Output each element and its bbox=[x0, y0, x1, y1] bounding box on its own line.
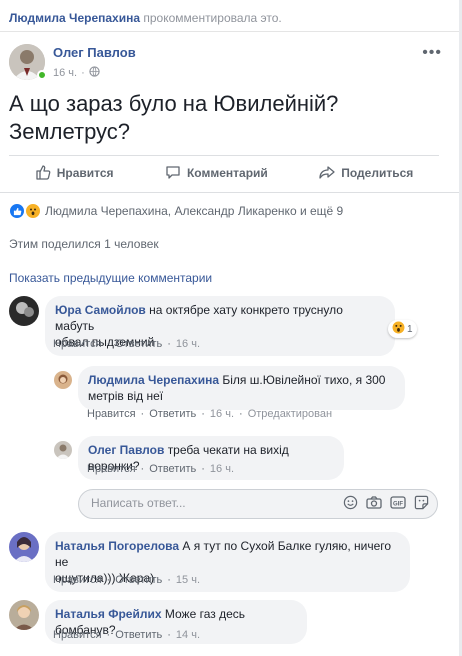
like-label: Нравится bbox=[56, 166, 114, 180]
share-button[interactable]: Поделиться bbox=[319, 164, 413, 183]
post-actions: Нравится Комментарий Поделиться bbox=[9, 158, 439, 188]
commenter-avatar[interactable] bbox=[9, 532, 39, 562]
comment-actions: Нравится · Ответить · 16 ч. bbox=[53, 338, 200, 350]
emoji-icon[interactable] bbox=[343, 495, 358, 510]
comment-time[interactable]: 14 ч. bbox=[176, 629, 200, 641]
share-icon bbox=[319, 164, 335, 183]
comment-reply-link[interactable]: Ответить bbox=[115, 629, 162, 641]
post-text: А що зараз було на Ювилейній? Землетрус? bbox=[9, 90, 439, 146]
comment-reply-link[interactable]: Ответить bbox=[149, 463, 196, 475]
comment-actions: Нравится · Ответить · 16 ч. bbox=[87, 463, 234, 475]
more-options-icon[interactable]: ••• bbox=[422, 44, 442, 62]
comment-reply-link[interactable]: Ответить bbox=[115, 338, 162, 350]
dot-separator: · bbox=[106, 629, 111, 641]
commenter-avatar[interactable] bbox=[54, 371, 72, 389]
reply-box: GIF bbox=[78, 489, 438, 519]
share-label: Поделиться bbox=[341, 166, 414, 180]
post-card: Людмила Черепахина прокомментировала это… bbox=[0, 0, 462, 656]
post-author-name[interactable]: Олег Павлов bbox=[53, 45, 136, 60]
comment-author[interactable]: Наталья Фрейлих bbox=[55, 607, 162, 621]
commenter-avatar[interactable] bbox=[9, 600, 39, 630]
thumbs-up-icon bbox=[35, 164, 51, 183]
dot-separator: · bbox=[167, 338, 171, 350]
comment-time[interactable]: 16 ч. bbox=[176, 338, 200, 350]
dot-separator: · bbox=[140, 408, 145, 420]
globe-icon bbox=[89, 66, 100, 80]
post-time[interactable]: 16 ч. bbox=[53, 67, 77, 79]
like-button[interactable]: Нравится bbox=[35, 164, 114, 183]
comment-like-link[interactable]: Нравится bbox=[87, 463, 136, 475]
like-reaction-icon bbox=[9, 203, 25, 219]
divider bbox=[0, 31, 459, 32]
dot-separator: · bbox=[106, 338, 111, 350]
activity-line: Людмила Черепахина прокомментировала это… bbox=[9, 11, 282, 25]
edited-label[interactable]: Отредактирован bbox=[248, 408, 332, 420]
dot-separator: · bbox=[201, 463, 205, 475]
dot-separator: · bbox=[167, 574, 171, 586]
comment-time[interactable]: 15 ч. bbox=[176, 574, 200, 586]
comment-reaction-count[interactable]: 1 bbox=[388, 320, 417, 338]
comment-actions: Нравится · Ответить · 16 ч. · Отредактир… bbox=[87, 408, 332, 420]
comment-text: Біля ш.Ювілейної тихо, я 300 bbox=[222, 373, 386, 387]
comment-author[interactable]: Наталья Погорелова bbox=[55, 539, 179, 553]
activity-text: прокомментировала это. bbox=[143, 11, 282, 25]
reactions-summary-text: Людмила Черепахина, Александр Ликаренко … bbox=[45, 204, 344, 218]
comment-reply-link[interactable]: Ответить bbox=[115, 574, 162, 586]
comment-reply-link[interactable]: Ответить bbox=[149, 408, 196, 420]
commenter-avatar[interactable] bbox=[54, 441, 72, 459]
reply-tools: GIF bbox=[343, 495, 429, 510]
show-previous-comments-link[interactable]: Показать предыдущие комментарии bbox=[9, 271, 212, 285]
dot-separator: · bbox=[239, 408, 243, 420]
comment-actions: Нравится · Ответить · 15 ч. bbox=[53, 574, 200, 586]
reply-bubble: Людмила Черепахина Біля ш.Ювілейної тихо… bbox=[78, 366, 405, 410]
activity-user-name[interactable]: Людмила Черепахина bbox=[9, 11, 140, 25]
post-text-line: Землетрус? bbox=[9, 119, 131, 144]
reaction-count: 1 bbox=[407, 323, 413, 335]
reactions-summary[interactable]: Людмила Черепахина, Александр Ликаренко … bbox=[9, 203, 343, 219]
online-status-dot bbox=[37, 70, 47, 80]
comment-like-link[interactable]: Нравится bbox=[53, 574, 102, 586]
comment-author[interactable]: Юра Самойлов bbox=[55, 303, 146, 317]
divider bbox=[9, 155, 439, 156]
comment-time[interactable]: 16 ч. bbox=[210, 408, 234, 420]
comment-button[interactable]: Комментарий bbox=[165, 164, 268, 183]
wow-reaction-icon bbox=[392, 321, 405, 337]
shares-count[interactable]: Этим поделился 1 человек bbox=[9, 237, 159, 251]
comment-time[interactable]: 16 ч. bbox=[210, 463, 234, 475]
dot-separator: · bbox=[167, 629, 171, 641]
sticker-icon[interactable] bbox=[414, 495, 429, 510]
comment-actions: Нравится · Ответить · 14 ч. bbox=[53, 629, 200, 641]
comment-like-link[interactable]: Нравится bbox=[53, 338, 102, 350]
commenter-avatar[interactable] bbox=[9, 296, 39, 326]
post-text-line: А що зараз було на Ювилейній? bbox=[9, 91, 339, 116]
dot-separator: · bbox=[81, 67, 85, 79]
reply-input[interactable] bbox=[91, 496, 331, 510]
dot-separator: · bbox=[140, 463, 145, 475]
dot-separator: · bbox=[106, 574, 111, 586]
comment-icon bbox=[165, 164, 181, 183]
dot-separator: · bbox=[201, 408, 205, 420]
camera-icon[interactable] bbox=[366, 495, 382, 510]
comment-author[interactable]: Людмила Черепахина bbox=[88, 373, 219, 387]
divider bbox=[0, 192, 459, 193]
post-meta: 16 ч. · bbox=[53, 66, 100, 80]
svg-text:GIF: GIF bbox=[393, 501, 403, 507]
comment-like-link[interactable]: Нравится bbox=[87, 408, 136, 420]
gif-icon[interactable]: GIF bbox=[390, 495, 406, 510]
comment-label: Комментарий bbox=[186, 166, 268, 180]
comment-author[interactable]: Олег Павлов bbox=[88, 443, 164, 457]
comment-text: метрів від неї bbox=[88, 389, 164, 403]
comment-like-link[interactable]: Нравится bbox=[53, 629, 102, 641]
wow-reaction-icon bbox=[25, 203, 41, 219]
